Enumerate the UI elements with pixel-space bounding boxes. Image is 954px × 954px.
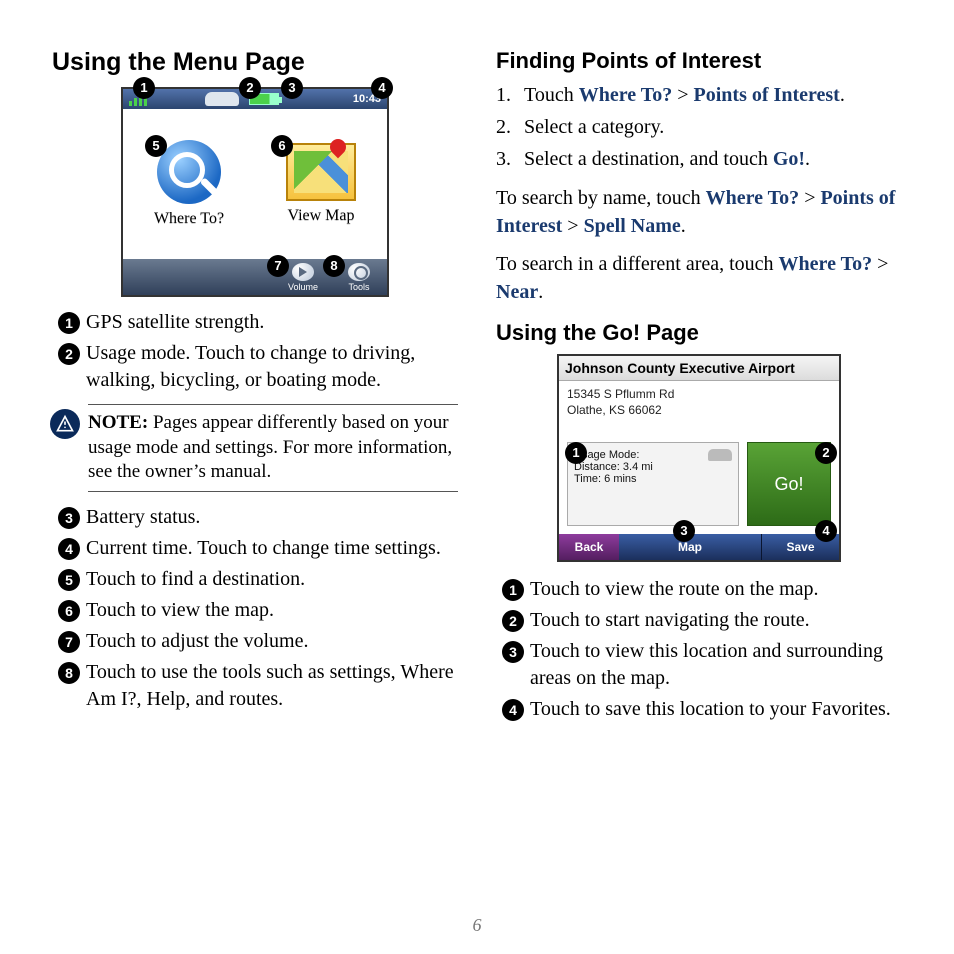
car-icon (708, 449, 732, 461)
note-label: NOTE: (88, 412, 148, 433)
menu-screenshot: 1 2 3 4 5 6 7 8 10:43 Where To? (121, 87, 389, 297)
search-icon (157, 140, 221, 204)
heading-using-menu: Using the Menu Page (52, 48, 458, 77)
menu-item-4: 4 Current time. Touch to change time set… (52, 535, 458, 562)
page-number: 6 (0, 915, 954, 936)
map-icon (286, 143, 356, 201)
go-title: Johnson County Executive Airport (559, 356, 839, 381)
volume-label: Volume (288, 282, 318, 292)
view-map-label: View Map (287, 207, 354, 225)
go-item-2: 2 Touch to start navigating the route. (496, 607, 902, 634)
note-box: NOTE: Pages appear differently based on … (88, 404, 458, 492)
tools-label: Tools (348, 282, 369, 292)
volume-icon (292, 263, 314, 281)
menu-item-8: 8 Touch to use the tools such as setting… (52, 659, 458, 713)
where-to-label: Where To? (154, 210, 224, 228)
menu-item-3: 3 Battery status. (52, 504, 458, 531)
where-to-button[interactable]: Where To? (123, 109, 255, 259)
menu-item-7: 7 Touch to adjust the volume. (52, 628, 458, 655)
back-button[interactable]: Back (559, 534, 619, 560)
heading-go-page: Using the Go! Page (496, 320, 902, 346)
poi-step-3: 3. Select a destination, and touch Go!. (496, 144, 902, 174)
go-item-1: 1 Touch to view the route on the map. (496, 576, 902, 603)
tools-icon (348, 263, 370, 281)
poi-step-2: 2.Select a category. (496, 112, 902, 142)
go-item-4: 4 Touch to save this location to your Fa… (496, 696, 902, 723)
menu-item-1: 1 GPS satellite strength. (52, 309, 458, 336)
search-different-area: To search in a different area, touch Whe… (496, 250, 902, 306)
usage-mode-icon[interactable] (205, 92, 239, 106)
route-info-button[interactable]: Usage Mode: Distance: 3.4 mi Time: 6 min… (567, 442, 739, 526)
go-address: 15345 S Pflumm Rd Olathe, KS 66062 (559, 381, 839, 424)
heading-poi: Finding Points of Interest (496, 48, 902, 74)
go-screenshot: 1 2 3 4 Johnson County Executive Airport… (557, 354, 841, 562)
search-by-name: To search by name, touch Where To? > Poi… (496, 184, 902, 240)
menu-item-5: 5 Touch to find a destination. (52, 566, 458, 593)
menu-item-2: 2 Usage mode. Touch to change to driving… (52, 340, 458, 394)
view-map-button[interactable]: View Map (255, 109, 387, 259)
menu-item-6: 6 Touch to view the map. (52, 597, 458, 624)
go-item-3: 3 Touch to view this location and surrou… (496, 638, 902, 692)
poi-step-1: 1. Touch Where To? > Points of Interest. (496, 80, 902, 110)
warning-icon (50, 409, 80, 439)
